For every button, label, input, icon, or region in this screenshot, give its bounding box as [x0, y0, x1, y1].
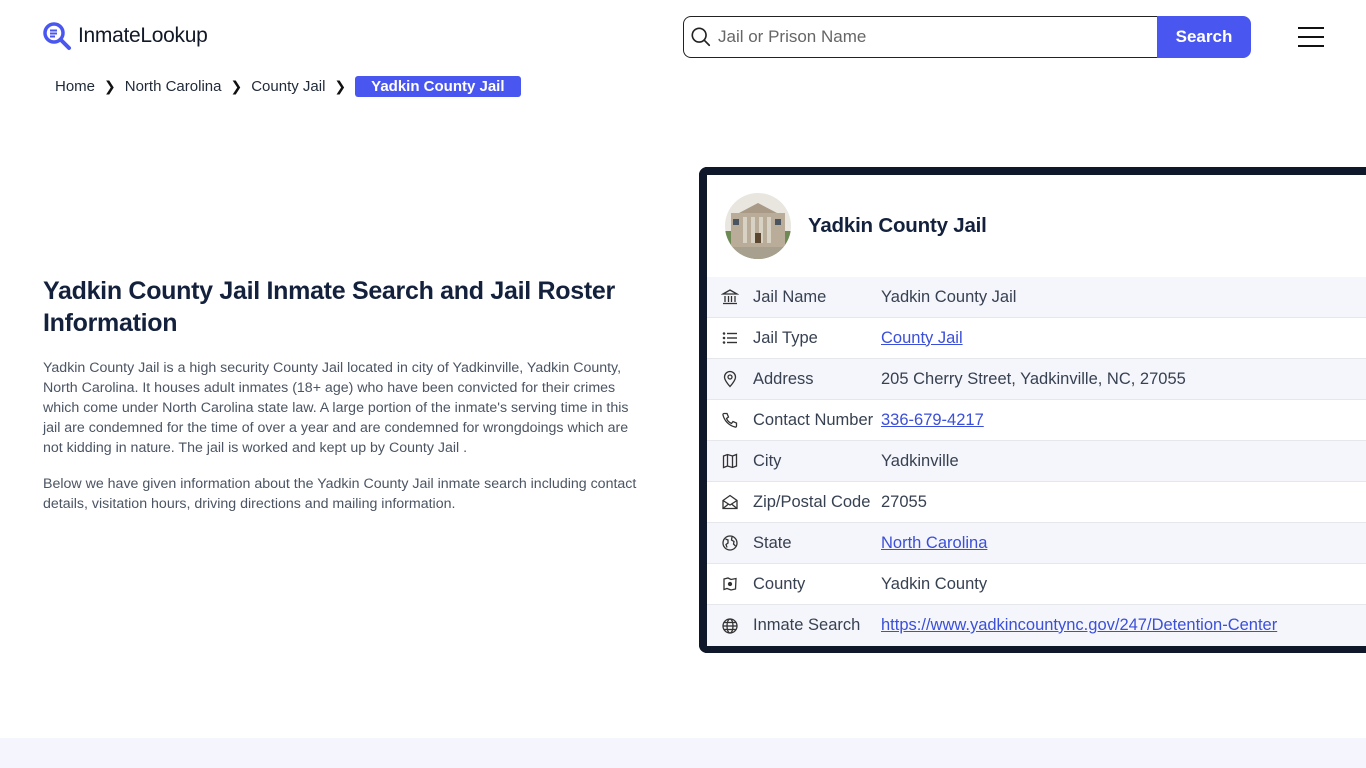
search-box — [683, 16, 1157, 58]
info-row-jail-type: Jail Type County Jail — [707, 318, 1366, 359]
row-label: Inmate Search — [753, 616, 861, 634]
info-row-address: Address 205 Cherry Street, Yadkinville, … — [707, 359, 1366, 400]
magnifier-logo-icon — [43, 22, 71, 50]
search-button[interactable]: Search — [1157, 16, 1251, 58]
state-link[interactable]: North Carolina — [881, 534, 987, 553]
info-row-inmate-search: Inmate Search https://www.yadkincountync… — [707, 605, 1366, 646]
breadcrumb-state[interactable]: North Carolina — [125, 78, 222, 95]
inmate-search-link[interactable]: https://www.yadkincountync.gov/247/Deten… — [881, 616, 1277, 635]
row-label: County — [753, 574, 806, 593]
row-label: Jail Name — [753, 287, 827, 306]
jail-photo — [725, 193, 791, 259]
info-row-state: State North Carolina — [707, 523, 1366, 564]
chevron-right-icon: ❯ — [334, 78, 347, 94]
row-label: Jail Type — [753, 328, 818, 347]
row-label: Zip/Postal Code — [753, 492, 871, 511]
row-value: 27055 — [881, 492, 927, 511]
jail-type-link[interactable]: County Jail — [881, 329, 963, 348]
list-icon — [722, 332, 737, 344]
logo[interactable]: InmateLookup — [42, 21, 208, 51]
chevron-right-icon: ❯ — [104, 78, 116, 94]
breadcrumb: Home ❯ North Carolina ❯ County Jail ❯ Ya… — [55, 76, 521, 97]
info-row-contact: Contact Number 336-679-4217 — [707, 400, 1366, 441]
chevron-right-icon: ❯ — [230, 78, 243, 94]
card-title: Yadkin County Jail — [808, 214, 987, 237]
search-input[interactable] — [718, 27, 1138, 47]
footer-band — [0, 738, 1366, 768]
mail-open-icon — [722, 494, 738, 510]
jail-info-card: Yadkin County Jail Jail Name Yadkin Coun… — [699, 167, 1366, 653]
menu-bar — [1298, 36, 1324, 38]
row-value: Yadkinville — [881, 451, 959, 470]
row-value: Yadkin County — [881, 574, 988, 593]
row-label: State — [753, 533, 792, 552]
page-title: Yadkin County Jail Inmate Search and Jai… — [43, 277, 615, 337]
search-form: Search — [683, 16, 1251, 58]
intro-paragraph-2: Below we have given information about th… — [43, 476, 637, 512]
phone-link[interactable]: 336-679-4217 — [881, 411, 984, 430]
globe-icon — [722, 617, 738, 634]
info-table: Jail Name Yadkin County Jail Jail Type C… — [707, 277, 1366, 646]
info-row-jail-name: Jail Name Yadkin County Jail — [707, 277, 1366, 318]
map-icon — [722, 453, 738, 469]
row-value: Yadkin County Jail — [881, 287, 1017, 306]
breadcrumb-home[interactable]: Home — [55, 78, 95, 95]
row-label: Contact Number — [753, 410, 874, 429]
intro-section: Yadkin County Jail Inmate Search and Jai… — [43, 275, 638, 514]
breadcrumb-type[interactable]: County Jail — [251, 78, 325, 95]
info-row-county: County Yadkin County — [707, 564, 1366, 605]
phone-icon — [722, 412, 738, 428]
breadcrumb-current: Yadkin County Jail — [355, 76, 521, 97]
menu-bar — [1298, 45, 1324, 47]
info-row-city: City Yadkinville — [707, 441, 1366, 482]
globe-region-icon — [722, 535, 738, 551]
map-pin-icon — [723, 370, 737, 388]
menu-bar — [1298, 27, 1324, 29]
info-row-zip: Zip/Postal Code 27055 — [707, 482, 1366, 523]
site-header: InmateLookup Search — [0, 0, 1366, 70]
row-label: Address — [753, 369, 814, 388]
county-map-icon — [723, 577, 737, 591]
menu-icon[interactable] — [1298, 27, 1324, 47]
logo-text: InmateLookup — [78, 24, 208, 47]
intro-paragraph: Yadkin County Jail is a high security Co… — [43, 360, 629, 456]
row-label: City — [753, 451, 782, 470]
card-header: Yadkin County Jail — [707, 175, 1366, 277]
search-icon — [691, 27, 711, 47]
bank-icon — [721, 289, 739, 305]
row-value: 205 Cherry Street, Yadkinville, NC, 2705… — [881, 369, 1186, 388]
